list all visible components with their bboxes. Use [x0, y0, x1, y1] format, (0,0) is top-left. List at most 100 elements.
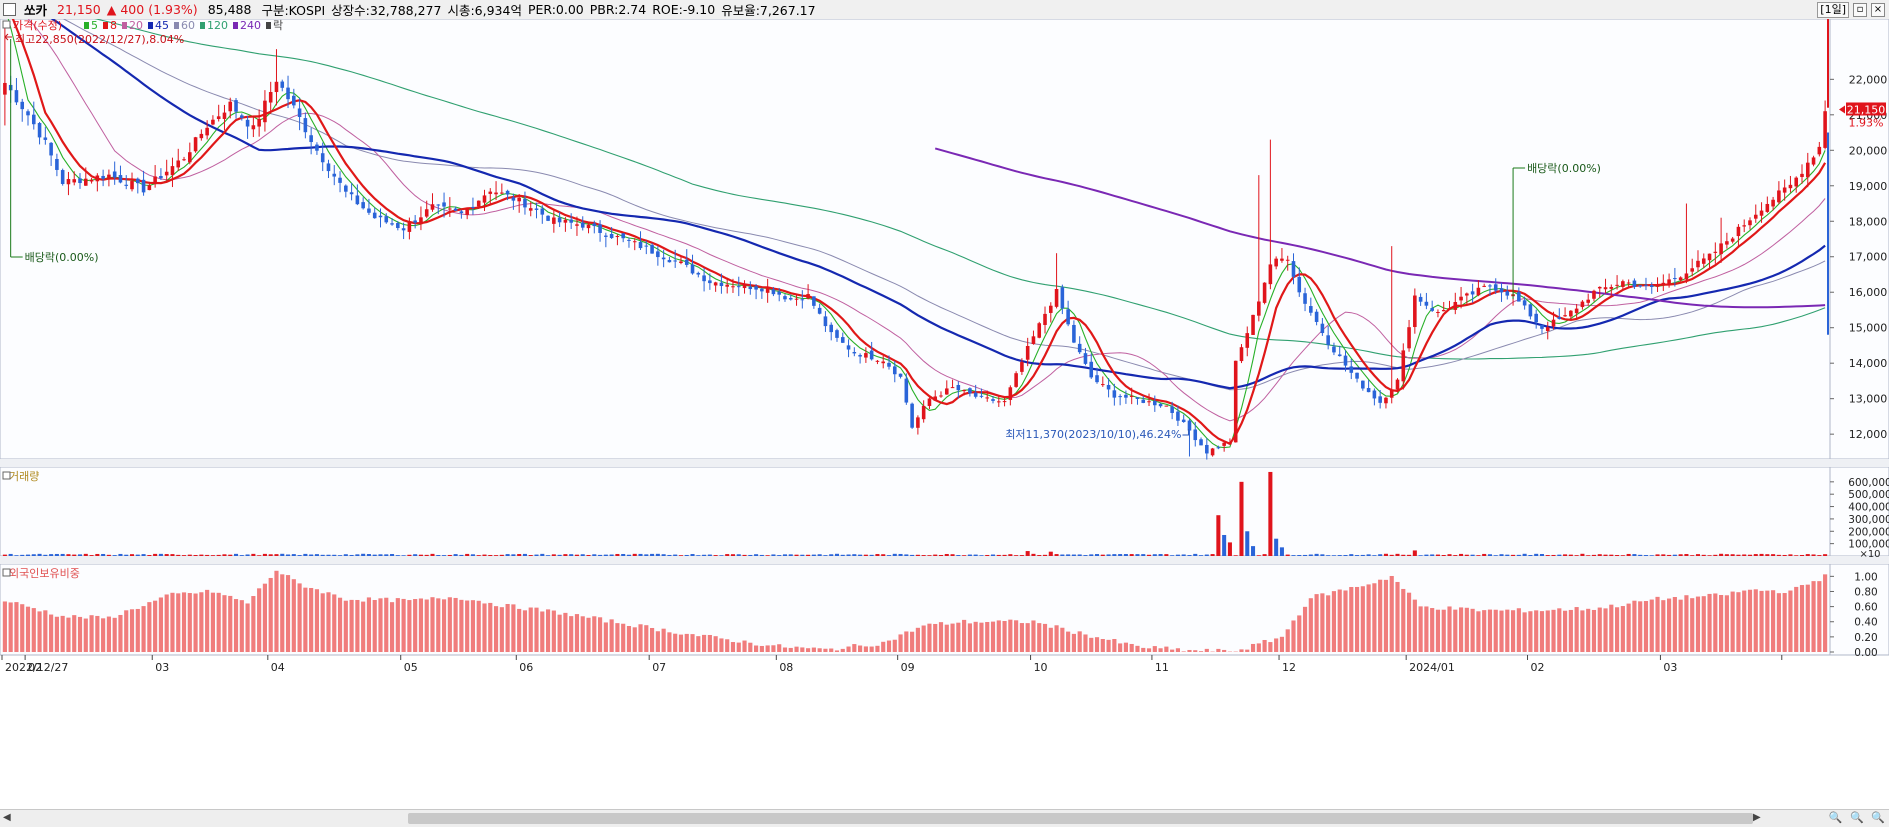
foreign-bar	[1499, 611, 1503, 652]
date-tick-label: 02	[1531, 661, 1545, 674]
candle-body	[905, 379, 909, 403]
volume-bar	[1315, 554, 1319, 556]
foreign-bar	[1274, 638, 1278, 652]
foreign-bar	[1754, 589, 1758, 652]
candle-body	[96, 175, 100, 181]
stock-roe: ROE:-9.10	[652, 2, 715, 17]
scroll-left-icon[interactable]: ◀	[3, 812, 11, 823]
foreign-bar	[927, 624, 931, 652]
candle-body	[49, 143, 53, 156]
foreign-bar	[852, 644, 856, 652]
volume-bar	[1794, 555, 1798, 556]
foreign-bar	[1054, 625, 1058, 652]
volume-bar	[1580, 554, 1584, 556]
volume-bar	[1459, 554, 1463, 556]
candle-body	[1563, 315, 1567, 316]
candle-body	[1396, 380, 1400, 390]
zoom-icon[interactable]: 🔍 🔍 🔍	[1829, 811, 1887, 824]
volume-bar	[933, 555, 937, 556]
foreign-bar	[1430, 608, 1434, 652]
volume-bar	[269, 554, 273, 556]
foreign-bar	[113, 618, 117, 652]
volume-bar	[719, 555, 723, 556]
foreign-bar	[292, 579, 296, 652]
candle-body	[835, 330, 839, 338]
foreign-bar	[916, 628, 920, 652]
candle-body	[621, 233, 625, 238]
candle-body	[1766, 204, 1770, 212]
candle-body	[246, 120, 250, 127]
foreign-bar	[1679, 600, 1683, 652]
horizontal-scrollbar[interactable]: ◀ ▶ 🔍 🔍 🔍	[0, 809, 1889, 827]
candle-body	[1118, 396, 1122, 397]
volume-bar	[321, 555, 325, 556]
volume-bar	[1297, 555, 1301, 556]
volume-bar	[84, 554, 88, 556]
candle-body	[26, 111, 30, 115]
candle-body	[1500, 288, 1504, 292]
volume-bar	[407, 555, 411, 556]
volume-bar	[1020, 555, 1024, 556]
foreign-bar	[124, 610, 128, 652]
scroll-thumb[interactable]	[408, 813, 1753, 824]
candle-body	[1211, 448, 1215, 455]
foreign-bar	[1771, 590, 1775, 652]
price-tick-label: 22,000	[1849, 73, 1888, 86]
volume-bar	[1303, 555, 1307, 556]
foreign-bar	[968, 623, 972, 652]
volume-bar	[315, 554, 319, 556]
candle-body	[627, 240, 631, 241]
foreign-bar	[1014, 620, 1018, 652]
candle-body	[361, 202, 365, 208]
foreign-bar	[1569, 610, 1573, 652]
foreign-bar	[1031, 620, 1035, 652]
candle-body	[1662, 283, 1666, 285]
foreign-bar	[1465, 608, 1469, 652]
volume-bar	[864, 555, 868, 556]
period-button[interactable]: [1일]	[1817, 2, 1849, 18]
volume-bar	[1615, 555, 1619, 556]
candle-body	[1361, 381, 1365, 389]
volume-bar	[1395, 554, 1399, 556]
candle-body	[985, 397, 989, 398]
legend-swatch	[233, 22, 238, 29]
foreign-bar	[627, 626, 631, 652]
volume-bar	[991, 555, 995, 556]
volume-bar	[1182, 554, 1186, 556]
volume-bar	[997, 555, 1001, 556]
foreign-bar	[1361, 586, 1365, 652]
candle-body	[153, 176, 157, 183]
foreign-bar	[1378, 580, 1382, 652]
candle-body	[217, 116, 221, 119]
select-checkbox[interactable]	[3, 3, 16, 16]
volume-bar	[1551, 555, 1555, 556]
foreign-bar	[1523, 612, 1527, 652]
foreign-bar	[1343, 590, 1347, 652]
price-tick-label: 18,000	[1849, 215, 1888, 228]
candle-body	[783, 296, 787, 299]
candle-body	[159, 176, 163, 178]
foreign-bar	[714, 636, 718, 652]
foreign-bar	[49, 615, 53, 652]
scroll-right-icon[interactable]: ▶	[1753, 812, 1761, 823]
candle-body	[223, 113, 227, 119]
candle-body	[1095, 375, 1099, 382]
foreign-bar	[373, 600, 377, 652]
candle-body	[1586, 300, 1590, 303]
foreign-bar	[1638, 601, 1642, 652]
volume-bar	[829, 554, 833, 556]
candle-body	[673, 260, 677, 261]
minimize-icon[interactable]: ▫	[1853, 3, 1867, 17]
candle-body	[1806, 163, 1810, 178]
foreign-bar	[922, 626, 926, 652]
close-icon[interactable]: ×	[1871, 3, 1885, 17]
foreign-bar	[321, 593, 325, 652]
volume-bar	[425, 555, 429, 556]
candle-body	[968, 388, 972, 393]
foreign-bar	[1482, 610, 1486, 652]
chart-area[interactable]: 12,00013,00014,00015,00016,00017,00018,0…	[0, 19, 1889, 809]
candle-body	[1506, 291, 1510, 295]
candle-body	[818, 308, 822, 314]
volume-bar	[1274, 539, 1278, 556]
candle-body	[436, 205, 440, 206]
